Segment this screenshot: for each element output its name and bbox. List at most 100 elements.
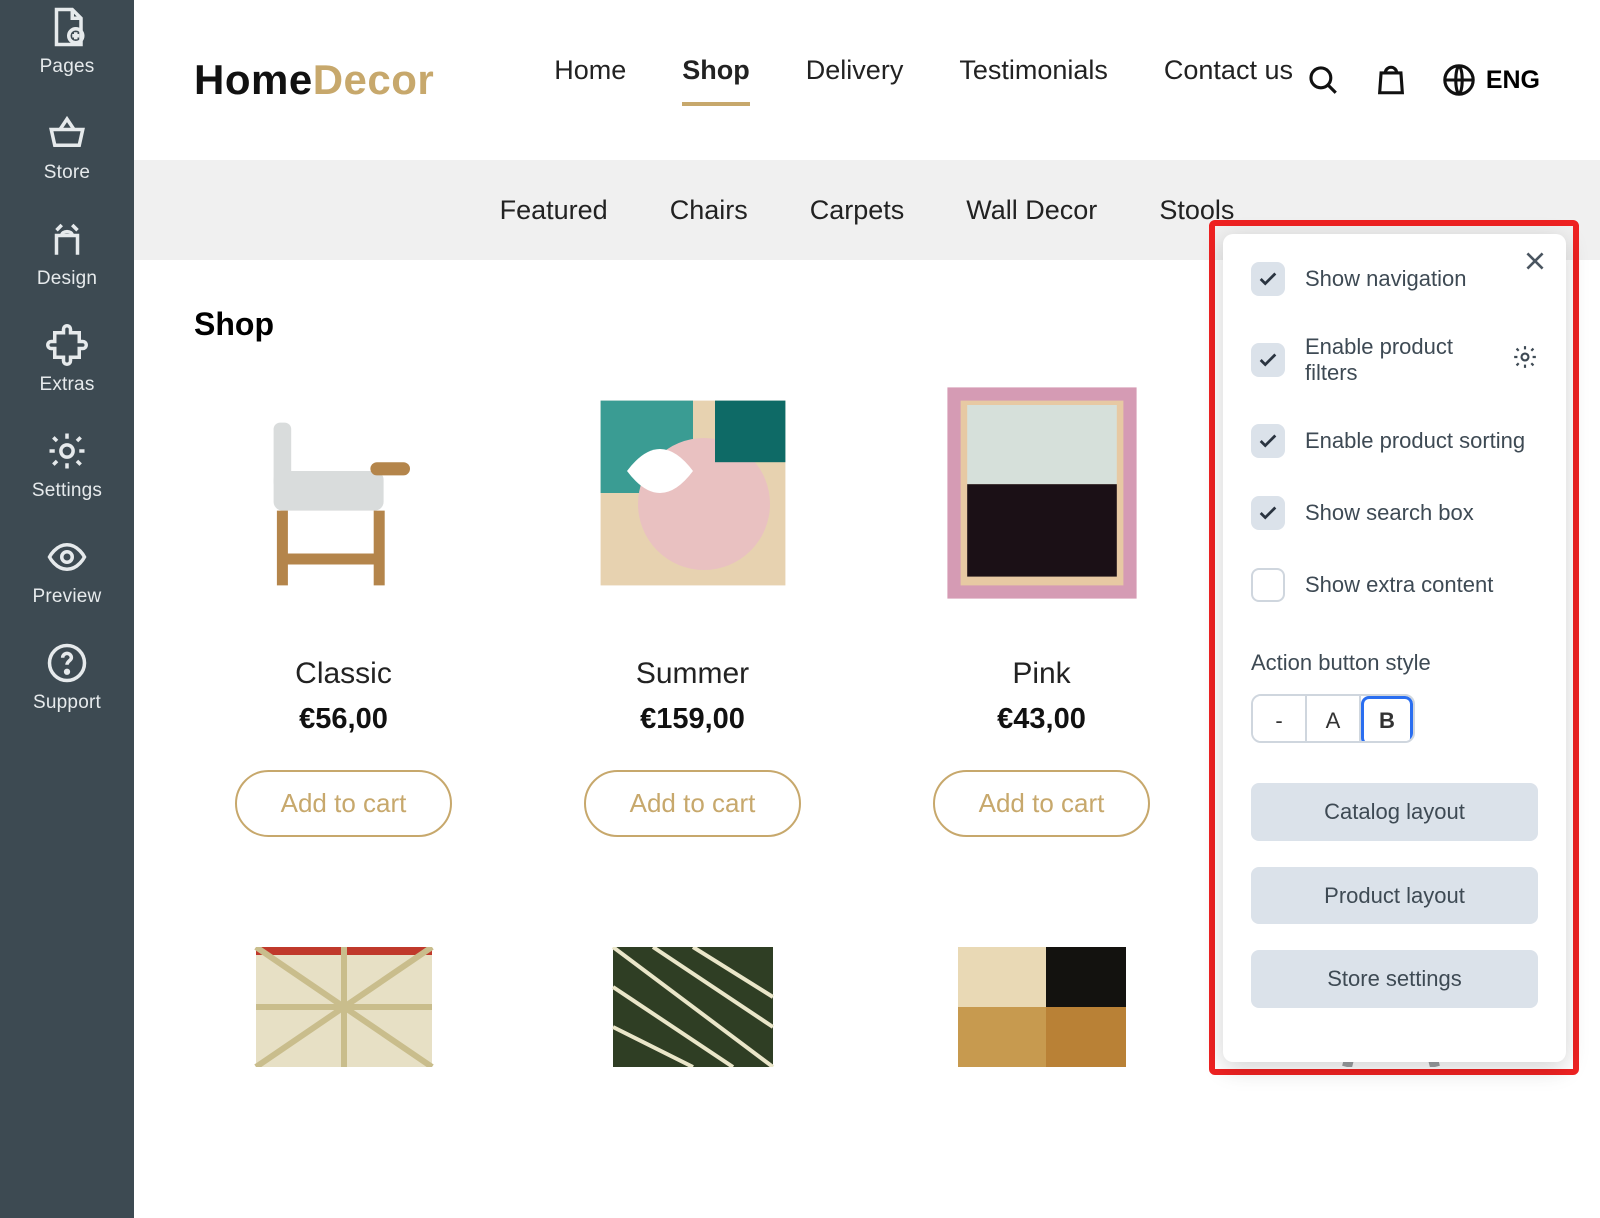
design-icon (46, 218, 88, 260)
add-to-cart-button[interactable]: Add to cart (933, 770, 1151, 837)
action-style-segmented: - A B (1251, 694, 1415, 743)
check-icon (1257, 268, 1279, 290)
globe-icon (1442, 63, 1476, 97)
rail-design[interactable]: Design (37, 218, 97, 290)
checkbox[interactable] (1251, 262, 1285, 296)
brand-part-2: Decor (313, 56, 435, 103)
cat-walldecor[interactable]: Wall Decor (966, 195, 1097, 226)
topbar-right: ENG (1306, 63, 1540, 97)
gear-icon (46, 430, 88, 472)
checkbox[interactable] (1251, 496, 1285, 530)
brand-logo[interactable]: HomeDecor (194, 56, 434, 104)
check-label: Enable product filters (1305, 334, 1492, 386)
close-button[interactable] (1522, 248, 1548, 279)
check-row-show-navigation: Show navigation (1251, 262, 1538, 296)
help-icon (46, 642, 88, 684)
check-label: Show extra content (1305, 572, 1493, 598)
cat-carpets[interactable]: Carpets (810, 195, 905, 226)
nav-contact[interactable]: Contact us (1164, 55, 1293, 106)
store-settings-button[interactable]: Store settings (1251, 950, 1538, 1008)
cat-stools[interactable]: Stools (1159, 195, 1234, 226)
rail-label: Design (37, 268, 97, 290)
check-icon (1257, 430, 1279, 452)
check-label: Show navigation (1305, 266, 1466, 292)
store-section-settings-popup: Show navigation Enable product filters E… (1223, 234, 1566, 1062)
rug2-illustration-icon (583, 947, 803, 1067)
puzzle-icon (46, 324, 88, 366)
rail-label: Store (44, 162, 90, 184)
check-row-enable-filters: Enable product filters (1251, 334, 1538, 386)
tapestry-illustration-icon (583, 383, 803, 603)
chair-illustration-icon (234, 383, 454, 603)
rail-settings[interactable]: Settings (32, 430, 102, 502)
product-thumb (583, 383, 803, 603)
catalog-layout-button[interactable]: Catalog layout (1251, 783, 1538, 841)
nav-delivery[interactable]: Delivery (806, 55, 904, 106)
rail-label: Support (33, 692, 101, 714)
rail-preview[interactable]: Preview (33, 536, 102, 608)
action-style-none[interactable]: - (1253, 696, 1307, 743)
language-switch[interactable]: ENG (1442, 63, 1540, 97)
check-icon (1257, 502, 1279, 524)
product-card[interactable] (543, 947, 842, 1067)
product-thumb (932, 947, 1152, 1067)
rail-pages[interactable]: Pages (40, 6, 95, 78)
add-to-cart-button[interactable]: Add to cart (584, 770, 802, 837)
rail-label: Settings (32, 480, 102, 502)
product-thumb (234, 383, 454, 603)
filters-settings-button[interactable] (1512, 344, 1538, 376)
cat-chairs[interactable]: Chairs (670, 195, 748, 226)
eye-icon (46, 536, 88, 578)
product-card[interactable] (194, 947, 493, 1067)
page-add-icon (46, 6, 88, 48)
product-thumb (932, 383, 1152, 603)
product-thumb (234, 947, 454, 1067)
product-price: €56,00 (299, 703, 388, 736)
nav-shop[interactable]: Shop (682, 55, 750, 106)
check-label: Enable product sorting (1305, 428, 1525, 454)
bag-icon[interactable] (1374, 63, 1408, 97)
nav-home[interactable]: Home (554, 55, 626, 106)
page-title: Shop (194, 306, 274, 343)
language-code: ENG (1486, 66, 1540, 95)
check-row-show-search: Show search box (1251, 496, 1538, 530)
product-name: Summer (636, 657, 749, 691)
product-card[interactable]: Summer €159,00 Add to cart (543, 383, 842, 837)
rail-label: Pages (40, 56, 95, 78)
check-row-enable-sorting: Enable product sorting (1251, 424, 1538, 458)
brand-part-1: Home (194, 56, 313, 103)
checkbox[interactable] (1251, 424, 1285, 458)
rail-label: Extras (39, 374, 94, 396)
cat-featured[interactable]: Featured (500, 195, 608, 226)
product-card[interactable] (892, 947, 1191, 1067)
action-style-label: Action button style (1251, 650, 1538, 676)
site-canvas: HomeDecor Home Shop Delivery Testimonial… (134, 0, 1600, 1218)
product-card[interactable]: Pink €43,00 Add to cart (892, 383, 1191, 837)
action-style-b[interactable]: B (1361, 696, 1413, 743)
product-name: Classic (295, 657, 392, 691)
checkbox[interactable] (1251, 343, 1285, 377)
rail-extras[interactable]: Extras (39, 324, 94, 396)
product-thumb (583, 947, 803, 1067)
rail-support[interactable]: Support (33, 642, 101, 714)
product-card[interactable]: Classic €56,00 Add to cart (194, 383, 493, 837)
gear-icon (1512, 344, 1538, 370)
add-to-cart-button[interactable]: Add to cart (235, 770, 453, 837)
nav-testimonials[interactable]: Testimonials (959, 55, 1108, 106)
product-layout-button[interactable]: Product layout (1251, 867, 1538, 925)
check-label: Show search box (1305, 500, 1474, 526)
rug3-illustration-icon (932, 947, 1152, 1067)
product-price: €159,00 (640, 703, 745, 736)
action-style-a[interactable]: A (1307, 696, 1361, 743)
search-icon[interactable] (1306, 63, 1340, 97)
admin-rail: Pages Store Design Extras Settings Previ… (0, 0, 134, 1218)
close-icon (1522, 248, 1548, 274)
painting-illustration-icon (932, 383, 1152, 603)
checkbox[interactable] (1251, 568, 1285, 602)
topbar: HomeDecor Home Shop Delivery Testimonial… (134, 0, 1600, 160)
rug-illustration-icon (234, 947, 454, 1067)
main-nav: Home Shop Delivery Testimonials Contact … (554, 55, 1293, 106)
rail-store[interactable]: Store (44, 112, 90, 184)
check-icon (1257, 349, 1279, 371)
basket-icon (46, 112, 88, 154)
